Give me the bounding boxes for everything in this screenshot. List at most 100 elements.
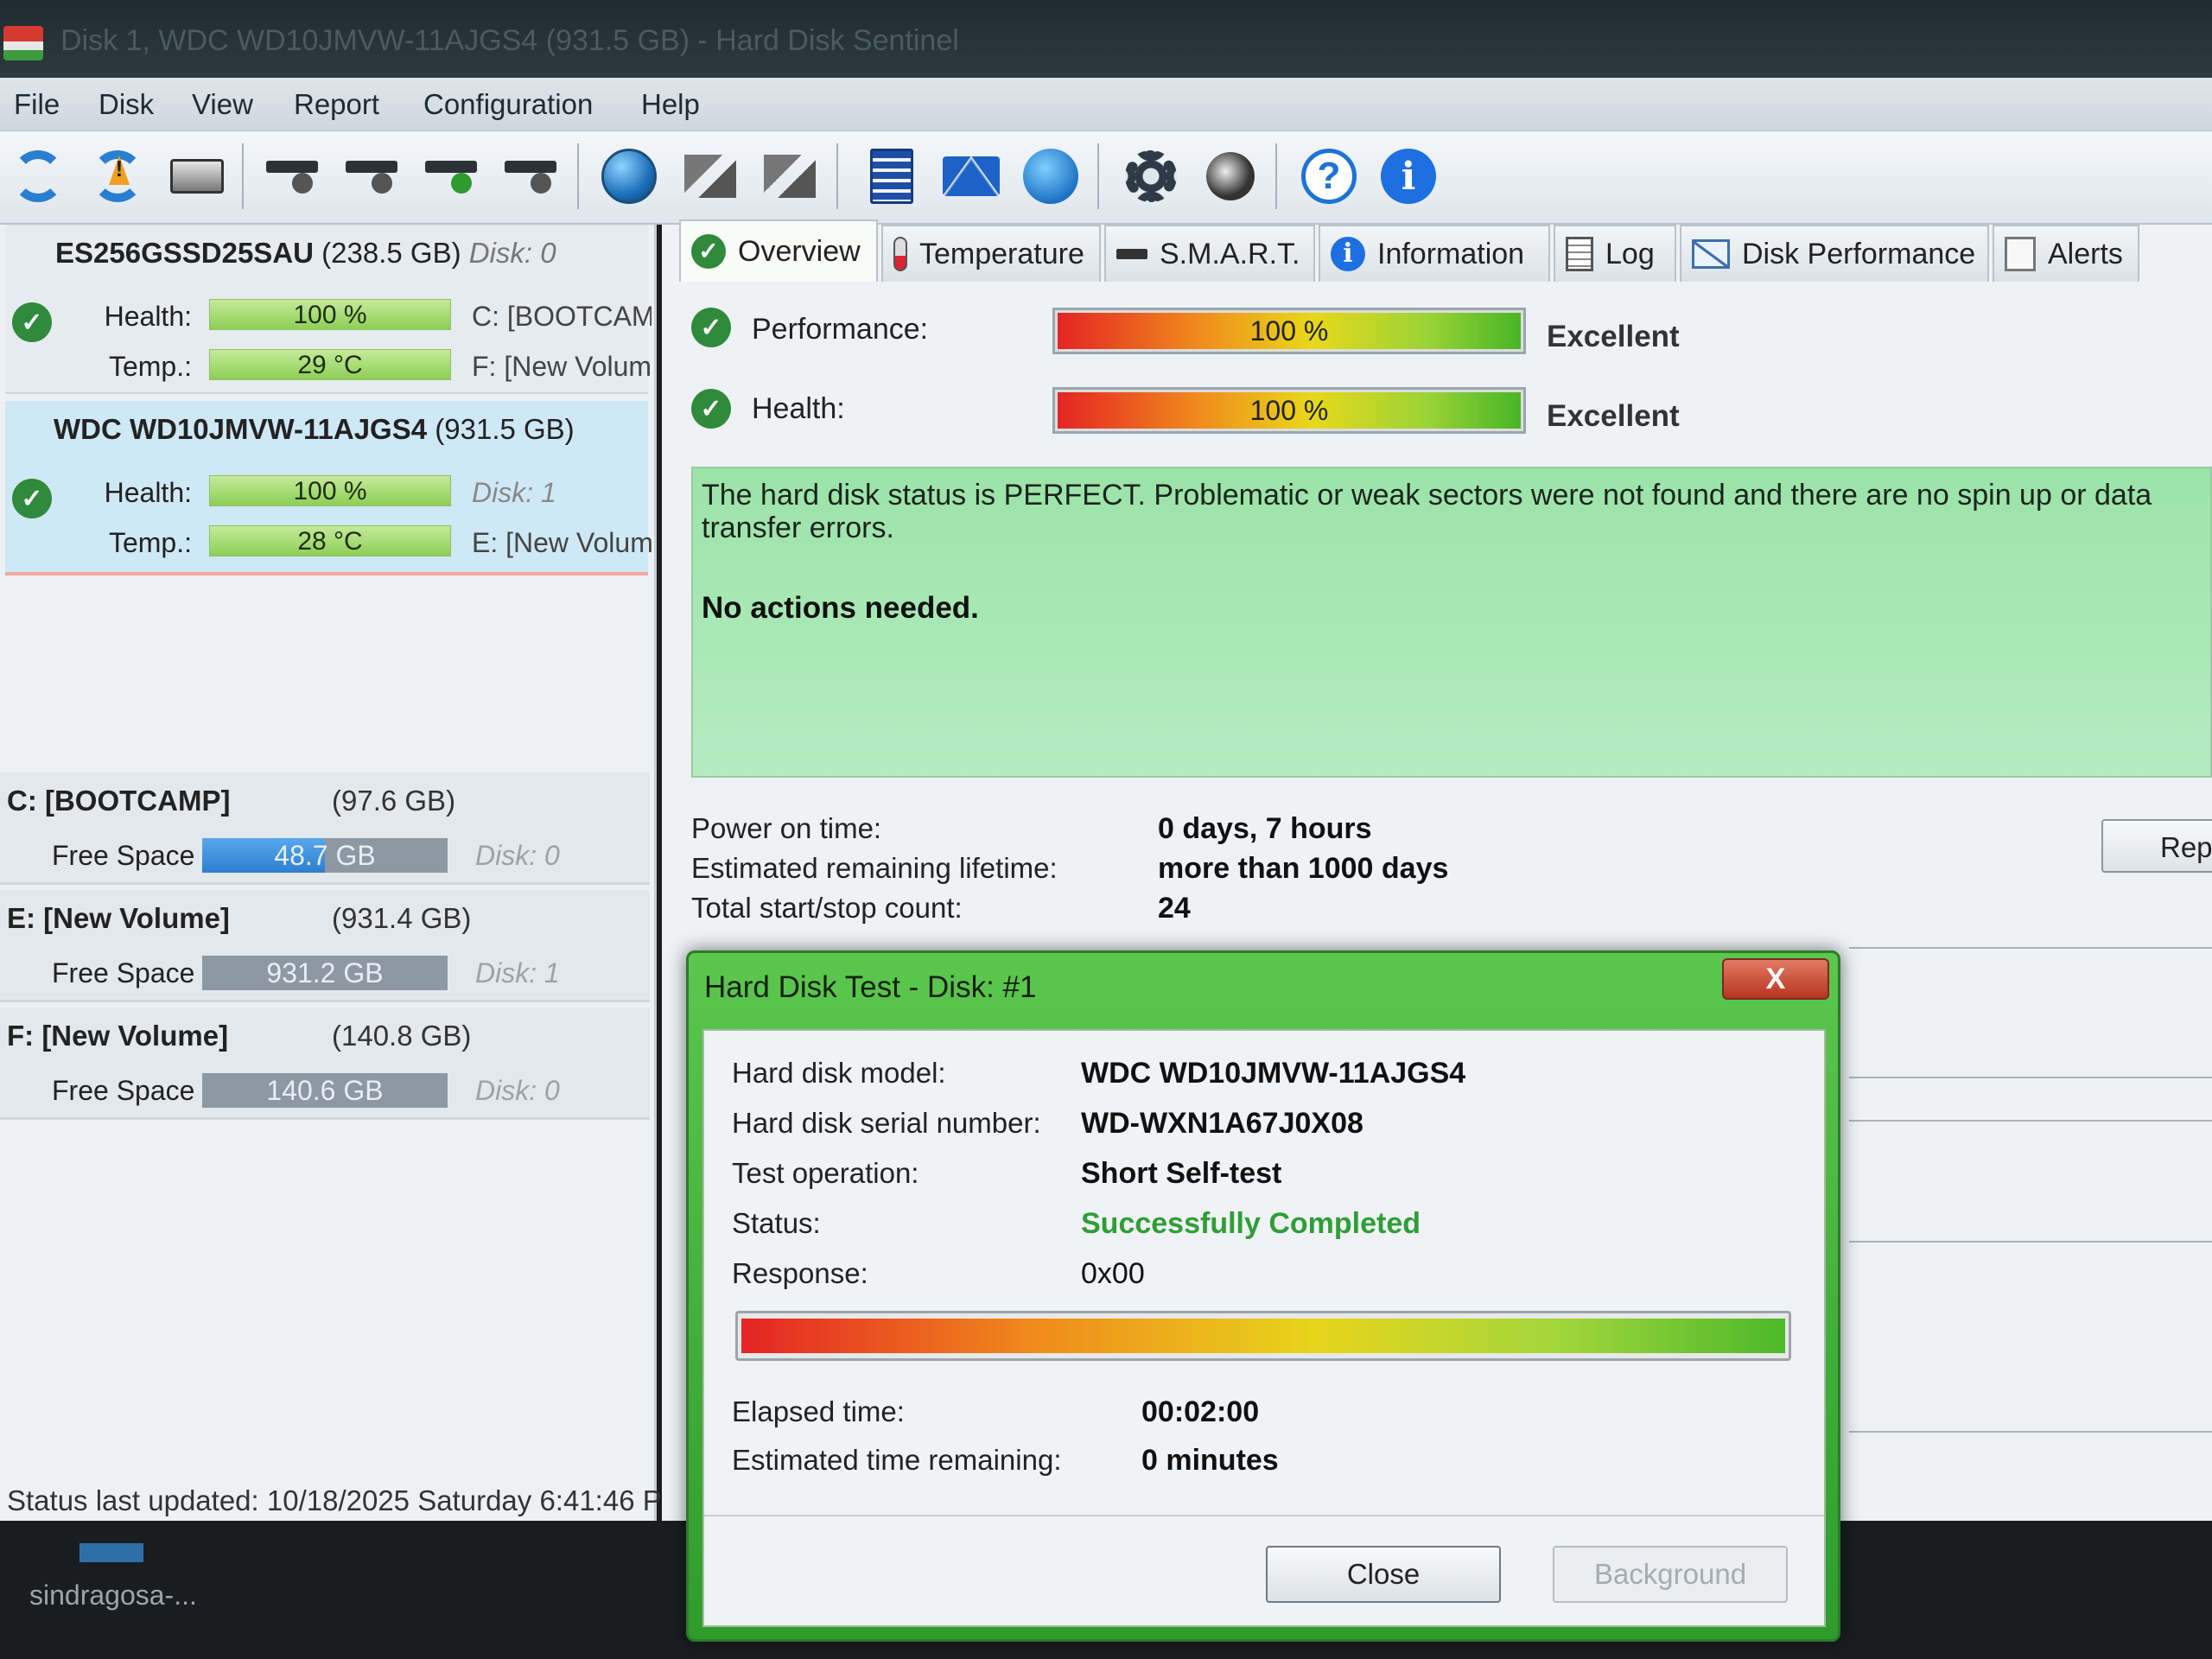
sound-button[interactable]: [1198, 143, 1263, 209]
menu-bar: File Disk View Report Configuration Help: [0, 78, 2212, 131]
volume-disk: Disk: 0: [475, 1075, 560, 1106]
disk-card-0[interactable]: ES256GSSD25SAU (238.5 GB) Disk: 0 ✓ Heal…: [5, 225, 652, 394]
tab-disk-performance[interactable]: Disk Performance: [1680, 225, 1989, 282]
volume-size: (931.4 GB): [332, 902, 472, 934]
thermometer-icon: [893, 237, 907, 271]
performance-value: 100 %: [1249, 315, 1329, 346]
window-title: Disk 1, WDC WD10JMVW-11AJGS4 (931.5 GB) …: [60, 24, 959, 57]
close-button[interactable]: Close: [1266, 1546, 1501, 1603]
menu-configuration[interactable]: Configuration: [423, 88, 593, 121]
toolbar-separator: [1097, 143, 1099, 209]
volume-card[interactable]: F: [New Volume] (140.8 GB) Free Space 14…: [0, 1007, 650, 1120]
operation-value: Short Self-test: [1081, 1157, 1282, 1190]
remaining-label: Estimated time remaining:: [732, 1444, 1062, 1476]
health-bar: 100 %: [209, 299, 451, 330]
background-button[interactable]: Background: [1553, 1546, 1788, 1603]
start-stop-label: Total start/stop count:: [691, 892, 963, 924]
disk-search-icon: [505, 161, 560, 194]
dialog-close-button[interactable]: X: [1722, 958, 1829, 1000]
disk-check-button[interactable]: [420, 143, 486, 209]
globe-button[interactable]: [596, 143, 662, 209]
volume-card[interactable]: E: [New Volume] (931.4 GB) Free Space 93…: [0, 890, 650, 1002]
divider: [1849, 1431, 2212, 1433]
divider: [1849, 1241, 2212, 1243]
disk-probe-button[interactable]: [261, 143, 327, 209]
disk-size: (931.5 GB): [435, 413, 575, 445]
refresh-warning-button[interactable]: [85, 143, 150, 209]
dialog-separator: [704, 1515, 1824, 1516]
repeat-test-button[interactable]: Repeat Test: [2101, 819, 2212, 873]
tab-label: S.M.A.R.T.: [1160, 237, 1300, 270]
refresh-icon: [12, 150, 64, 202]
volume-name: E: [New Volume]: [7, 902, 230, 934]
volume-card[interactable]: C: [BOOTCAMP] (97.6 GB) Free Space 48.7 …: [0, 772, 650, 885]
tab-log[interactable]: Log: [1554, 225, 1676, 282]
menu-disk[interactable]: Disk: [99, 88, 154, 121]
operation-label: Test operation:: [732, 1157, 919, 1189]
temp-bar: 28 °C: [209, 525, 451, 556]
help-button[interactable]: ?: [1296, 143, 1362, 209]
start-stop-value: 24: [1158, 892, 1191, 925]
tab-smart[interactable]: S.M.A.R.T.: [1104, 225, 1315, 282]
disk-title: ES256GSSD25SAU (238.5 GB) Disk: 0: [55, 237, 556, 270]
temp-label: Temp.:: [108, 527, 192, 558]
tab-information[interactable]: i Information: [1319, 225, 1550, 282]
volume-name: F: [New Volume]: [7, 1020, 229, 1052]
tools-icon: [684, 155, 736, 198]
refresh-warning-icon: [92, 150, 143, 202]
tools-button[interactable]: [677, 143, 743, 209]
elapsed-label: Elapsed time:: [732, 1395, 905, 1427]
network-icon: [1023, 149, 1078, 204]
disk-search-button[interactable]: [499, 143, 565, 209]
health-ok-icon: ✓: [691, 389, 731, 429]
tools2-button[interactable]: [757, 143, 823, 209]
info-icon: i: [1331, 237, 1365, 271]
settings-button[interactable]: [1118, 143, 1184, 209]
disk-number: Disk: 1: [472, 477, 556, 508]
health-value: 100 %: [1249, 395, 1329, 426]
sound-icon: [1206, 152, 1255, 200]
disk-clock-button[interactable]: [340, 143, 406, 209]
refresh-button[interactable]: [5, 143, 71, 209]
check-icon: ✓: [691, 234, 726, 269]
menu-report[interactable]: Report: [294, 88, 379, 121]
disk-card-1[interactable]: WDC WD10JMVW-11AJGS4 (931.5 GB) ✓ Health…: [5, 401, 652, 575]
remaining-value: 0 minutes: [1141, 1444, 1279, 1477]
network-button[interactable]: [1018, 143, 1084, 209]
toolbar: ? i: [0, 131, 2212, 225]
gear-icon: [1125, 150, 1177, 202]
dialog-title: Hard Disk Test - Disk: #1: [704, 970, 1037, 1004]
disk-probe-icon: [266, 161, 321, 194]
divider: [1849, 1120, 2212, 1122]
volume-name: C: [BOOTCAMP]: [7, 785, 231, 817]
about-button[interactable]: i: [1376, 143, 1441, 209]
drive-button[interactable]: [164, 143, 230, 209]
clipboard-button[interactable]: [859, 143, 925, 209]
taskbar-app-icon[interactable]: [79, 1543, 143, 1562]
serial-label: Hard disk serial number:: [732, 1107, 1041, 1139]
menu-view[interactable]: View: [192, 88, 253, 121]
tab-alerts[interactable]: Alerts: [1993, 225, 2139, 282]
performance-rating: Excellent: [1547, 320, 1680, 353]
status-bar-text: Status last updated: 10/18/2025 Saturday…: [7, 1484, 686, 1516]
menu-file[interactable]: File: [14, 88, 60, 121]
mail-button[interactable]: [938, 143, 1004, 209]
free-space-label: Free Space: [52, 957, 195, 988]
taskbar-item[interactable]: sindragosa-...: [29, 1580, 197, 1611]
elapsed-value: 00:02:00: [1141, 1395, 1260, 1428]
menu-help[interactable]: Help: [641, 88, 700, 121]
toolbar-separator: [242, 143, 244, 209]
status-description-box: The hard disk status is PERFECT. Problem…: [691, 467, 2212, 778]
tab-temperature[interactable]: Temperature: [881, 225, 1101, 282]
tools-icon: [764, 155, 816, 198]
drive-icon: [1116, 249, 1147, 259]
tab-overview[interactable]: ✓ Overview: [679, 219, 878, 282]
free-space-value: 931.2 GB: [266, 957, 384, 988]
clipboard-icon: [870, 149, 913, 204]
free-space-value: 48.7 GB: [274, 840, 376, 871]
health-label: Health:: [104, 477, 192, 508]
health-label: Health:: [752, 392, 845, 425]
test-progress-bar: [735, 1311, 1791, 1361]
disk-list-pane: ES256GSSD25SAU (238.5 GB) Disk: 0 ✓ Heal…: [0, 225, 657, 1521]
test-status-label: Status:: [732, 1207, 821, 1239]
